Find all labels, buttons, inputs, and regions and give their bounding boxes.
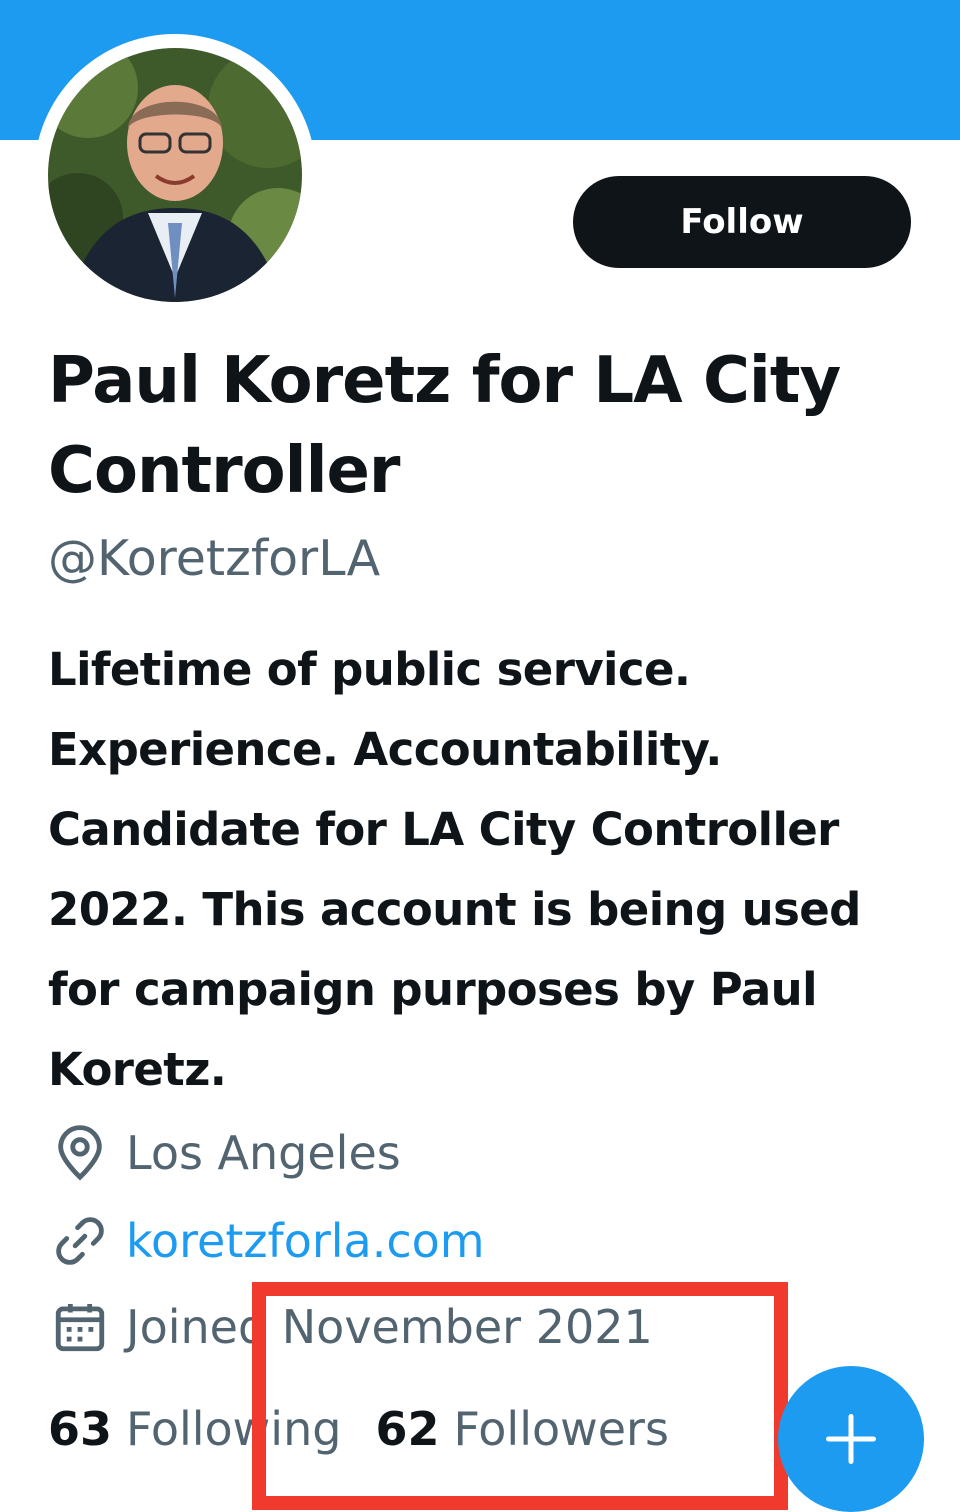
following-count: 63	[48, 1402, 113, 1456]
location-text: Los Angeles	[126, 1126, 401, 1180]
compose-button[interactable]	[778, 1366, 924, 1512]
link-icon	[48, 1209, 112, 1273]
profile-location: Los Angeles	[48, 1118, 401, 1188]
plus-icon	[826, 1414, 876, 1464]
location-pin-icon	[48, 1121, 112, 1185]
profile-handle: @KoretzforLA	[48, 530, 381, 587]
avatar[interactable]	[48, 48, 302, 302]
profile-bio: Lifetime of public service. Experience. …	[48, 643, 861, 1096]
profile-name: Paul Koretz for LA City Controller	[48, 344, 841, 508]
profile-website[interactable]: koretzforla.com	[48, 1206, 485, 1276]
website-link[interactable]: koretzforla.com	[126, 1214, 485, 1268]
follow-button[interactable]: Follow	[573, 176, 911, 268]
calendar-icon	[48, 1295, 112, 1359]
highlight-annotation-box	[252, 1282, 788, 1510]
avatar-photo	[48, 48, 302, 302]
